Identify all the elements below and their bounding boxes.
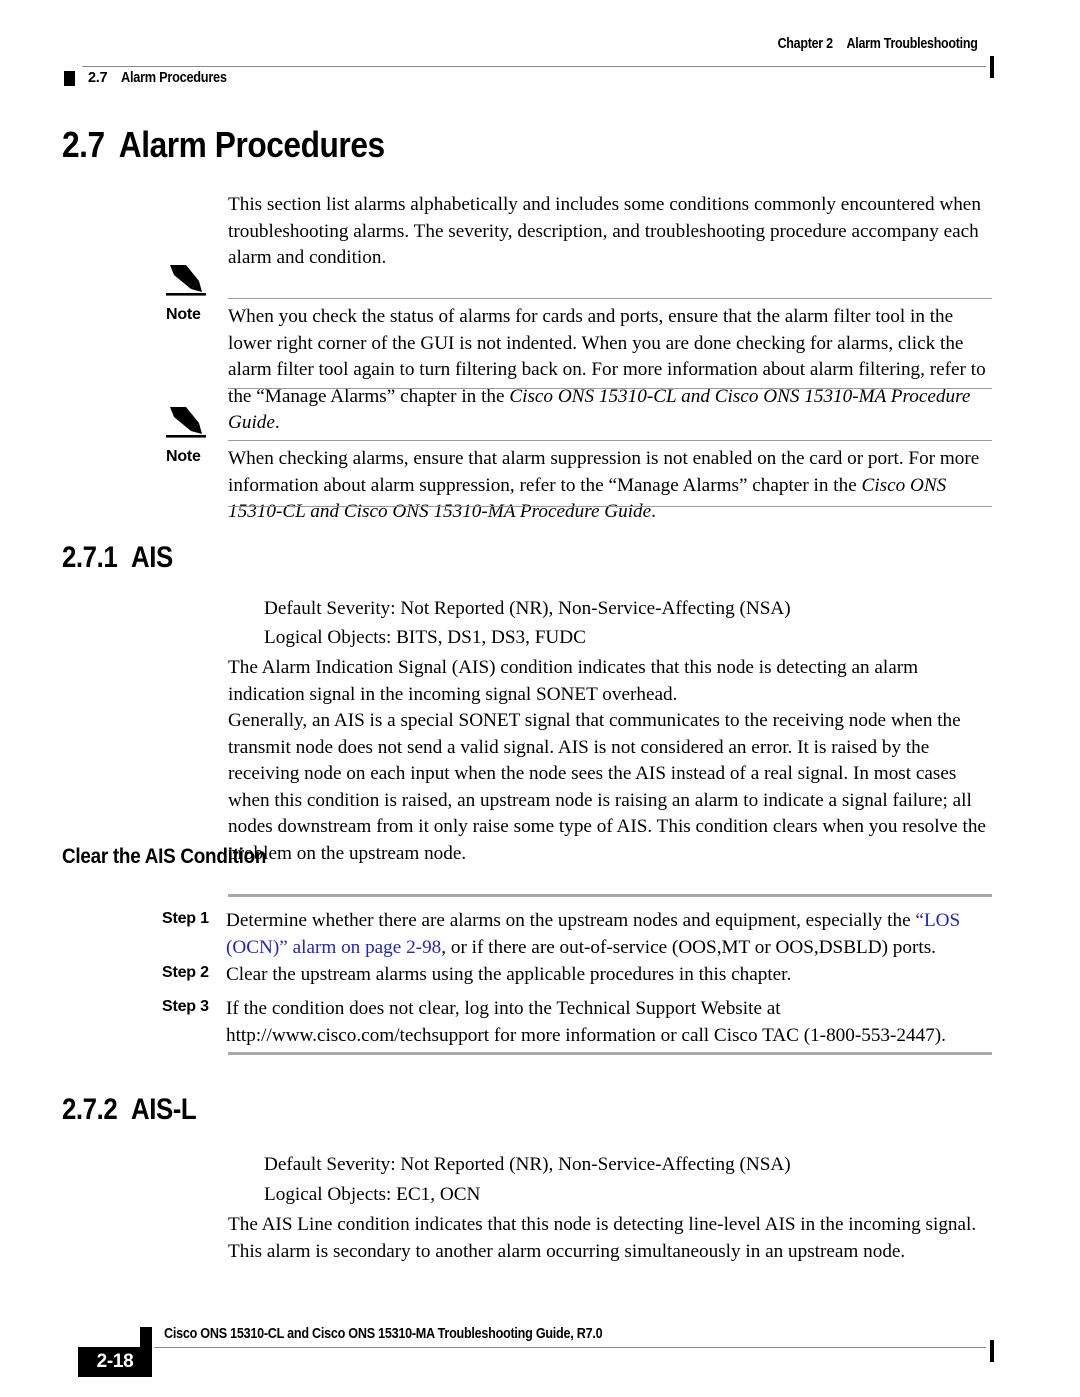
step-2-label: Step 2: [162, 964, 209, 981]
step-row-2: Step 2 Clear the upstream alarms using t…: [162, 962, 1002, 989]
step-3-text: If the condition does not clear, log int…: [226, 998, 946, 1046]
page-footer: 2-18 Cisco ONS 15310-CL and Cisco ONS 15…: [64, 1316, 1016, 1377]
header-chapter-info: Chapter 2 Alarm Troubleshooting: [778, 36, 978, 52]
page-title: 2.7 Alarm Procedures: [62, 124, 385, 166]
section-intro-paragraph: This section list alarms alphabetically …: [228, 194, 981, 268]
step-3-label: Step 3: [162, 998, 209, 1015]
note-1-text: When you check the status of alarms for …: [228, 304, 998, 437]
step-2-text: Clear the upstream alarms using the appl…: [226, 964, 792, 985]
header-chapter-title: Alarm Troubleshooting: [846, 36, 978, 52]
step-1-text: Determine whether there are alarms on th…: [226, 908, 1002, 961]
procedure-title-clear-ais: Clear the AIS Condition: [62, 845, 267, 868]
ais-paragraph-2: Generally, an AIS is a special SONET sig…: [228, 710, 986, 864]
pencil-note-icon-2: [166, 404, 210, 440]
note-block-2: Note When checking alarms, ensure that a…: [62, 407, 1002, 522]
pencil-note-icon: [166, 262, 210, 298]
note-2-text-after: .: [651, 501, 656, 522]
footer-rule: [154, 1347, 986, 1348]
footer-square-bullet-icon: [140, 1327, 152, 1347]
procedure-bottom-rule: [228, 1052, 992, 1055]
header-section-label: Alarm Procedures: [121, 70, 227, 86]
procedure-steps-ais: Step 1 Determine whether there are alarm…: [62, 894, 1002, 1064]
step-row-3: Step 3 If the condition does not clear, …: [162, 996, 1002, 1049]
note-2-bottom-rule: [228, 506, 992, 507]
heading-aisl-text: AIS-L: [131, 1093, 197, 1126]
note-block-2-bottom: [62, 506, 1002, 508]
page-title-text: Alarm Procedures: [118, 124, 385, 165]
ais-logical-objects: Logical Objects: BITS, DS1, DS3, FUDC: [264, 627, 586, 648]
header-square-bullet-icon: [64, 70, 75, 86]
step-1-label: Step 1: [162, 910, 209, 927]
heading-aisl: 2.7.2 AIS-L: [62, 1093, 197, 1127]
footer-edge-tick: [990, 1340, 994, 1362]
header-edge-tick: [990, 56, 994, 78]
note-2-text: When checking alarms, ensure that alarm …: [228, 446, 998, 526]
note-2-label: Note: [166, 448, 201, 465]
footer-guide-title: Cisco ONS 15310-CL and Cisco ONS 15310-M…: [164, 1326, 603, 1342]
note-1-bottom-rule: [228, 388, 992, 389]
step-1-text-after: , or if there are out-of-service (OOS,MT…: [441, 936, 936, 958]
note-block-1-bottom: [62, 388, 1002, 390]
heading-ais-number: 2.7.1: [62, 541, 118, 574]
header-rule: [82, 66, 986, 67]
note-2-top-rule: [228, 440, 992, 441]
page-header: Chapter 2 Alarm Troubleshooting 2.7 Alarm…: [64, 30, 1016, 86]
header-chapter-number: Chapter 2: [777, 36, 834, 52]
step-1-text-before: Determine whether there are alarms on th…: [226, 910, 916, 931]
step-row-1: Step 1 Determine whether there are alarm…: [162, 908, 1002, 961]
aisl-logical-objects: Logical Objects: EC1, OCN: [264, 1184, 481, 1205]
note-1-label: Note: [166, 306, 201, 323]
heading-ais: 2.7.1 AIS: [62, 541, 173, 575]
note-1-top-rule: [228, 298, 992, 299]
aisl-paragraph-1: The AIS Line condition indicates that th…: [228, 1214, 977, 1262]
header-section-number: 2.7: [88, 70, 108, 86]
heading-aisl-number: 2.7.2: [62, 1093, 118, 1126]
page-title-number: 2.7: [62, 124, 105, 165]
page-number-badge: 2-18: [78, 1347, 152, 1377]
header-section-info: 2.7 Alarm Procedures: [64, 70, 241, 86]
aisl-default-severity: Default Severity: Not Reported (NR), Non…: [264, 1154, 791, 1175]
procedure-top-rule: [228, 894, 992, 897]
ais-default-severity: Default Severity: Not Reported (NR), Non…: [264, 598, 791, 619]
ais-paragraph-1: The Alarm Indication Signal (AIS) condit…: [228, 657, 919, 705]
note-block-1: Note When you check the status of alarms…: [62, 265, 1002, 433]
heading-ais-text: AIS: [131, 541, 173, 574]
